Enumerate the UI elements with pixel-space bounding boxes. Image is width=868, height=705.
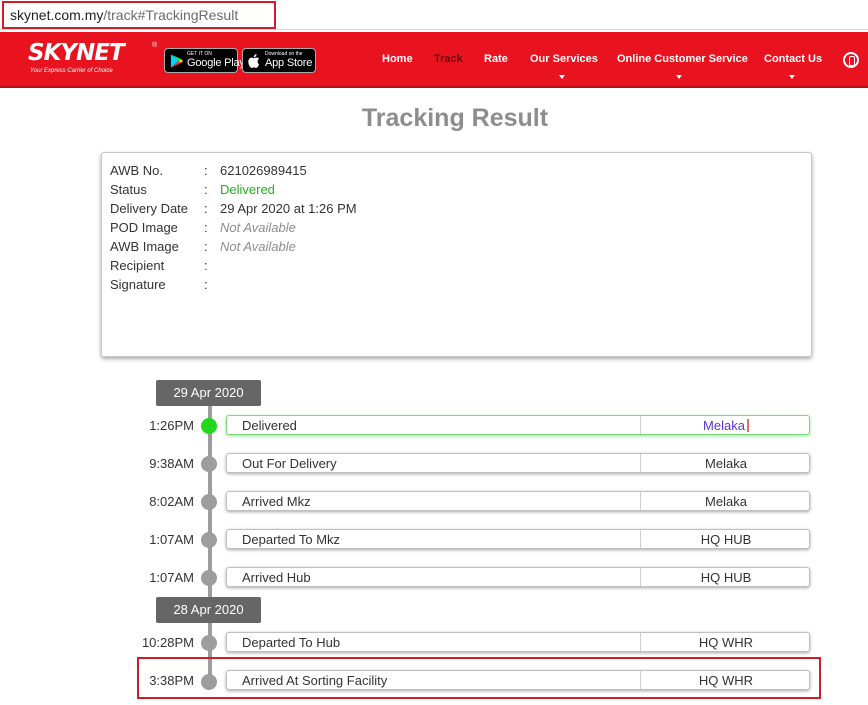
customer-service-chevron-down-icon (676, 75, 682, 79)
event-location: HQ WHR (698, 635, 754, 650)
event-status: Arrived Hub (242, 570, 311, 585)
event-status: Arrived Mkz (242, 494, 311, 509)
logo-tagline: Your Express Carrier of Choice (30, 68, 113, 74)
colon: : (204, 239, 208, 254)
url-host: skynet.com.my (10, 7, 104, 23)
colon: : (204, 182, 208, 197)
awb-image-label: AWB Image (110, 239, 179, 254)
nav-online-customer-service[interactable]: Online Customer Service (617, 53, 748, 65)
date-badge: 29 Apr 2020 (156, 380, 261, 406)
timeline-event: Departed To Hub HQ WHR (226, 632, 810, 652)
contact-us-chevron-down-icon (789, 75, 795, 79)
annotation-highlight-box (137, 657, 821, 699)
pod-image-value: Not Available (220, 220, 296, 235)
shipment-details-card: AWB No. : 621026989415 Status : Delivere… (101, 152, 812, 357)
timeline-dot (201, 635, 217, 651)
registered-mark-icon: ® (152, 42, 158, 49)
google-play-icon (170, 54, 184, 68)
timeline-event: Arrived Hub HQ HUB (226, 567, 810, 587)
colon: : (204, 163, 208, 178)
timeline-event: Arrived Mkz Melaka (226, 491, 810, 511)
colon: : (204, 201, 208, 216)
browser-url-bar: skynet.com.my/track#TrackingResult (0, 0, 868, 30)
skynet-logo[interactable]: SKYNET ® Your Express Carrier of Choice (28, 40, 160, 80)
event-time: 1:26PM (149, 418, 194, 433)
event-status: Delivered (242, 418, 297, 433)
url-field[interactable]: skynet.com.my/track#TrackingResult (2, 1, 276, 29)
event-location: HQ HUB (700, 532, 752, 547)
timeline-dot (201, 532, 217, 548)
app-store-badge[interactable]: Download on the App Store (242, 48, 316, 73)
timeline-event: Delivered Melaka (226, 415, 810, 435)
timeline-dot-delivered (201, 418, 217, 434)
page-title: Tracking Result (361, 104, 549, 132)
logo-wordmark: SKYNET (28, 40, 125, 66)
delivery-date-label: Delivery Date (110, 201, 189, 216)
event-status: Out For Delivery (242, 456, 337, 471)
url-path: /track#TrackingResult (103, 7, 239, 23)
timeline-event: Departed To Mkz HQ HUB (226, 529, 810, 549)
awb-image-value: Not Available (220, 239, 296, 254)
awb-no-label: AWB No. (110, 163, 163, 178)
event-time: 9:38AM (149, 456, 194, 471)
status-value: Delivered (220, 182, 275, 197)
nav-home[interactable]: Home (382, 53, 413, 65)
status-label: Status (110, 182, 147, 197)
top-navbar: SKYNET ® Your Express Carrier of Choice … (0, 32, 868, 88)
colon: : (204, 277, 208, 292)
event-time: 10:28PM (141, 635, 194, 650)
nav-rate[interactable]: Rate (484, 53, 508, 65)
event-time: 8:02AM (149, 494, 194, 509)
event-location: HQ HUB (700, 570, 752, 585)
signature-label: Signature (110, 277, 166, 292)
language-icon[interactable] (843, 52, 859, 68)
event-status: Departed To Mkz (242, 532, 341, 547)
our-services-chevron-down-icon (559, 75, 565, 79)
awb-no-value: 621026989415 (220, 163, 307, 178)
event-location: Melaka (705, 494, 747, 509)
google-play-badge[interactable]: GET IT ON Google Play (164, 48, 245, 73)
nav-track[interactable]: Track (434, 53, 463, 65)
nav-contact-us[interactable]: Contact Us (764, 53, 822, 65)
pod-image-label: POD Image (110, 220, 178, 235)
timeline-dot (201, 456, 217, 472)
timeline-event: Out For Delivery Melaka (226, 453, 810, 473)
nav-our-services[interactable]: Our Services (530, 53, 598, 65)
date-badge: 28 Apr 2020 (156, 597, 261, 623)
event-location-link[interactable]: Melaka (641, 418, 811, 433)
timeline-dot (201, 570, 217, 586)
recipient-label: Recipient (110, 258, 165, 273)
event-time: 1:07AM (149, 532, 194, 547)
event-time: 1:07AM (149, 570, 194, 585)
delivery-date-value: 29 Apr 2020 at 1:26 PM (220, 201, 357, 216)
google-play-label: Google Play (187, 57, 245, 69)
event-location: Melaka (705, 456, 747, 471)
app-store-label: App Store (265, 57, 313, 69)
timeline-dot (201, 494, 217, 510)
colon: : (204, 220, 208, 235)
colon: : (204, 258, 208, 273)
apple-icon (248, 54, 260, 68)
event-status: Departed To Hub (242, 635, 341, 650)
text-cursor-icon (746, 419, 749, 432)
